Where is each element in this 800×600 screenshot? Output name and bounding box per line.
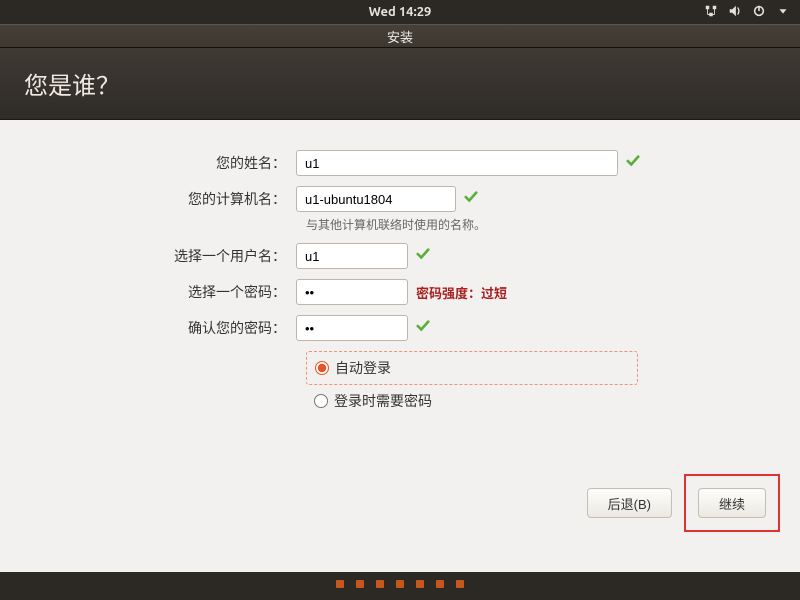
- require-password-label: 登录时需要密码: [334, 391, 432, 411]
- power-icon[interactable]: [752, 4, 766, 21]
- password-input[interactable]: [296, 279, 408, 305]
- continue-highlight: 继续: [684, 474, 780, 532]
- dot: [376, 580, 384, 588]
- dot: [396, 580, 404, 588]
- top-panel: Wed 14:29: [0, 0, 800, 24]
- check-icon: [416, 247, 430, 265]
- check-icon: [626, 154, 640, 172]
- page-title: 您是谁？: [24, 72, 120, 99]
- confirm-password-input[interactable]: [296, 315, 408, 341]
- installer-form: 您的姓名： 您的计算机名： 与其他计算机联络时使用的名称。 选择一个用户名： 选…: [0, 120, 800, 572]
- login-option-password[interactable]: 登录时需要密码: [306, 385, 638, 417]
- confirm-password-label: 确认您的密码：: [20, 318, 296, 338]
- clock: Wed 14:29: [369, 5, 432, 19]
- continue-button[interactable]: 继续: [698, 488, 766, 518]
- hostname-hint: 与其他计算机联络时使用的名称。: [306, 216, 780, 233]
- window-titlebar: 安装: [0, 24, 800, 48]
- password-strength: 密码强度：过短: [416, 283, 507, 302]
- login-option-auto[interactable]: 自动登录: [306, 351, 638, 385]
- page-header: 您是谁？: [0, 48, 800, 120]
- auto-login-radio[interactable]: [315, 361, 329, 375]
- dot: [416, 580, 424, 588]
- hostname-label: 您的计算机名：: [20, 189, 296, 209]
- volume-icon[interactable]: [728, 4, 742, 21]
- dot: [356, 580, 364, 588]
- check-icon: [416, 319, 430, 337]
- name-label: 您的姓名：: [20, 153, 296, 173]
- auto-login-label: 自动登录: [335, 358, 391, 378]
- username-label: 选择一个用户名：: [20, 246, 296, 266]
- window-title: 安装: [387, 27, 413, 46]
- name-input[interactable]: [296, 150, 618, 176]
- dot: [456, 580, 464, 588]
- username-input[interactable]: [296, 243, 408, 269]
- back-button[interactable]: 后退(B): [587, 488, 672, 518]
- password-label: 选择一个密码：: [20, 282, 296, 302]
- require-password-radio[interactable]: [314, 394, 328, 408]
- hostname-input[interactable]: [296, 186, 456, 212]
- system-tray: [704, 4, 790, 21]
- check-icon: [464, 190, 478, 208]
- chevron-down-icon[interactable]: [776, 4, 790, 21]
- button-bar: 后退(B) 继续: [587, 474, 780, 532]
- dot: [436, 580, 444, 588]
- progress-dots: [0, 580, 800, 588]
- dot: [336, 580, 344, 588]
- network-icon[interactable]: [704, 4, 718, 21]
